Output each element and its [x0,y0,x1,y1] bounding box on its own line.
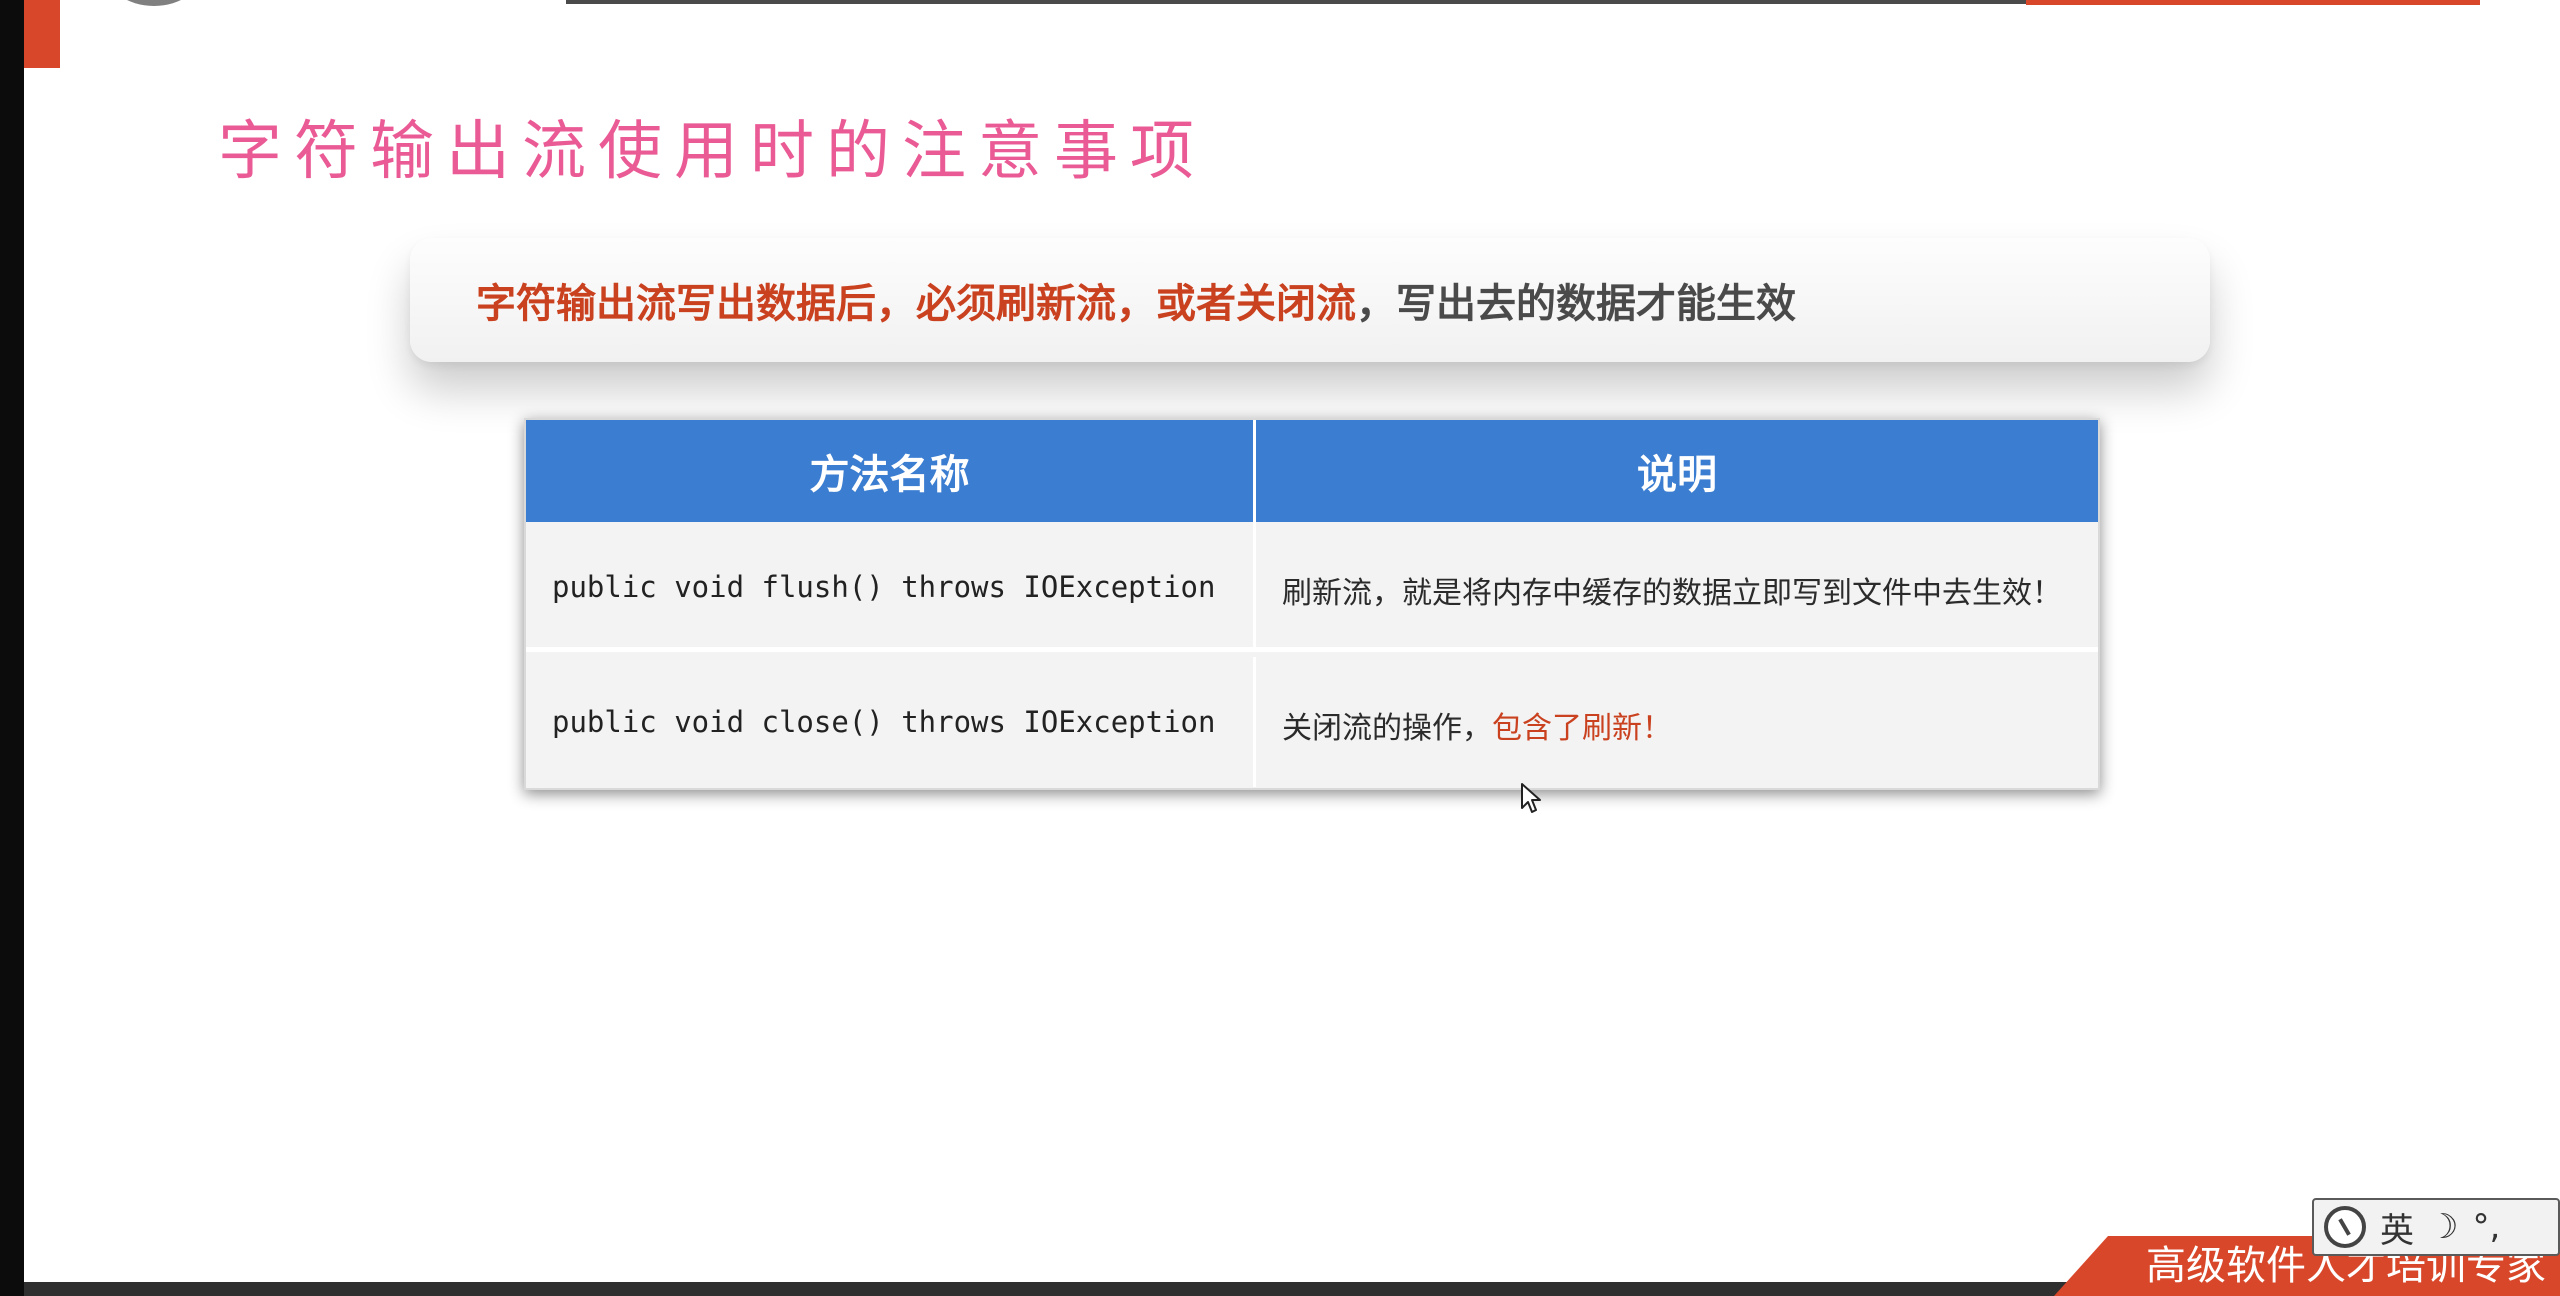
logo-circle-fragment [104,0,204,6]
methods-table: 方法名称 说明 public void flush() throws IOExc… [524,418,2100,790]
slide-stage: 字符输出流使用时的注意事项 字符输出流写出数据后，必须刷新流，或者关闭流，写出去… [0,0,2560,1296]
table-row: public void flush() throws IOException 刷… [526,522,2098,652]
notice-banner: 字符输出流写出数据后，必须刷新流，或者关闭流，写出去的数据才能生效 [410,238,2210,362]
notice-rest: ，写出去的数据才能生效 [1356,281,1796,327]
corner-accent-tab [24,0,60,68]
mouse-cursor-icon [1521,783,1541,813]
method-signature: public void flush() throws IOException [526,522,1256,652]
table-row: public void close() throws IOException 关… [526,657,2098,787]
description-text: 关闭流的操作， [1282,711,1492,746]
method-description: 关闭流的操作， 包含了刷新！ [1256,657,2098,787]
ime-moon-icon[interactable]: ☽ [2428,1207,2458,1247]
slide-title: 字符输出流使用时的注意事项 [218,115,1206,189]
ime-punctuation-toggle[interactable]: °, [2472,1207,2500,1247]
table-header: 方法名称 说明 [526,420,2098,522]
ime-toolbar[interactable]: 英 ☽ °, [2312,1198,2560,1256]
left-border [0,0,24,1296]
description-highlight: 包含了刷新！ [1492,711,1672,746]
top-divider [566,0,2026,4]
top-divider-accent [2026,0,2480,5]
method-description: 刷新流，就是将内存中缓存的数据立即写到文件中去生效！ [1256,522,2098,652]
description-text: 刷新流，就是将内存中缓存的数据立即写到文件中去生效！ [1282,576,2062,611]
notice-highlight: 字符输出流写出数据后，必须刷新流，或者关闭流 [476,281,1356,327]
ime-language-toggle[interactable]: 英 [2380,1203,2414,1252]
method-signature: public void close() throws IOException [526,657,1256,787]
header-method-name: 方法名称 [526,420,1256,522]
header-description: 说明 [1637,452,1717,498]
notice-text: 字符输出流写出数据后，必须刷新流，或者关闭流，写出去的数据才能生效 [476,271,1796,329]
ime-logo-icon[interactable] [2324,1206,2366,1248]
